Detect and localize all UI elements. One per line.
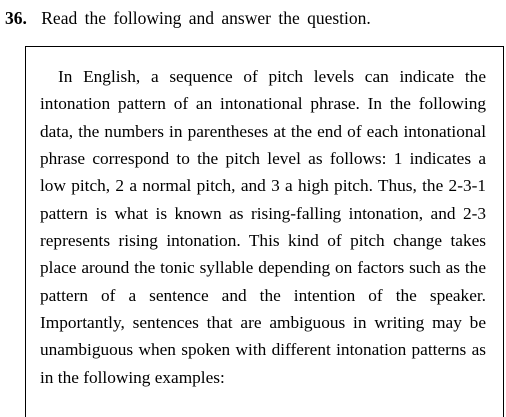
question-header: 36. Read the following and answer the qu…	[5, 8, 371, 28]
question-prompt: Read the following and answer the questi…	[41, 8, 371, 28]
passage-box: In English, a sequence of pitch levels c…	[25, 46, 504, 417]
passage-text: In English, a sequence of pitch levels c…	[40, 67, 486, 387]
question-number: 36.	[5, 8, 27, 28]
